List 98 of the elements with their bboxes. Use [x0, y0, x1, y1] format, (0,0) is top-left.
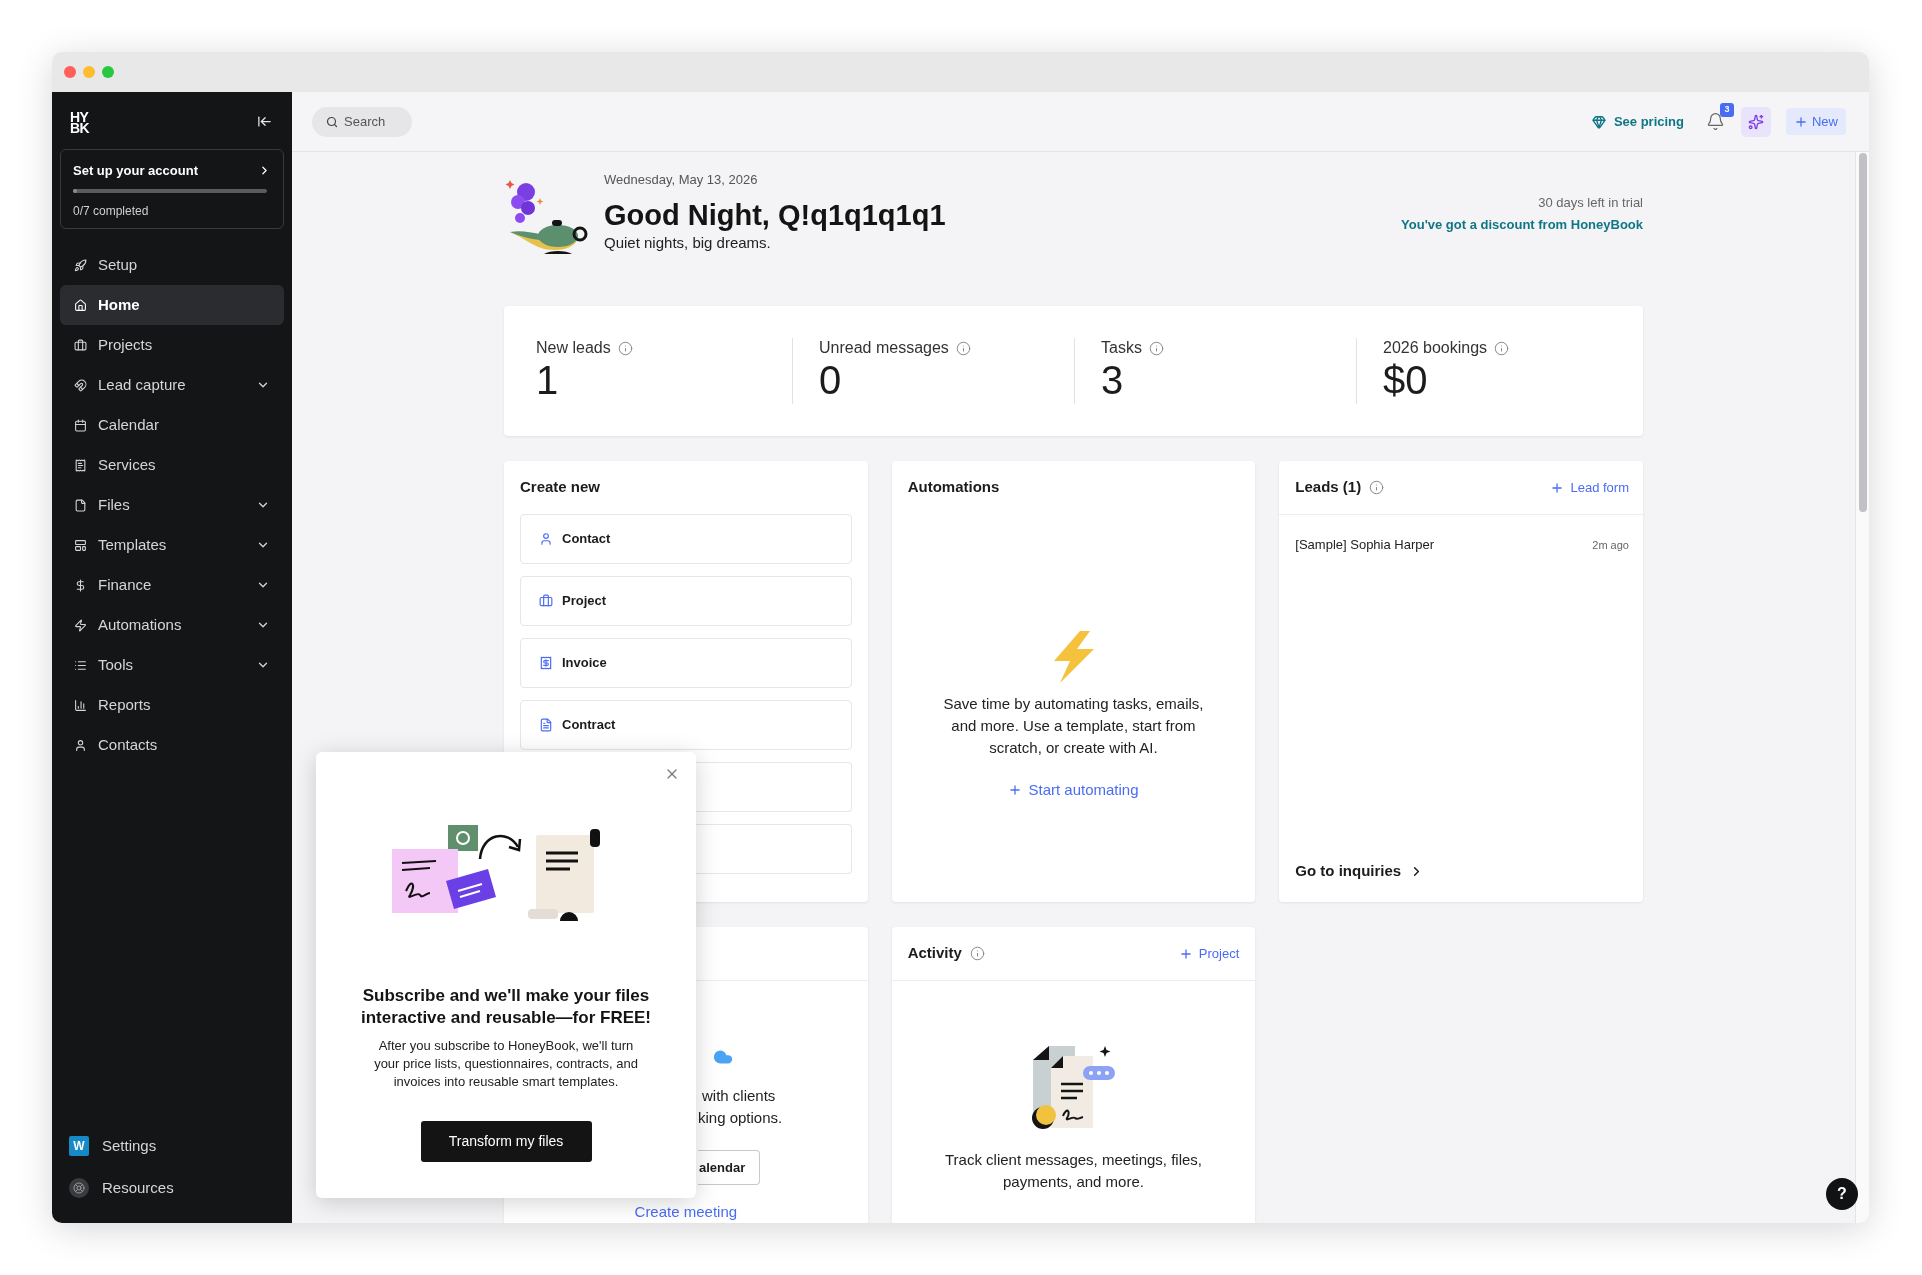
- stat-value: 1: [536, 358, 560, 402]
- lightning-icon: [74, 618, 87, 632]
- stat-value: $0: [1383, 358, 1429, 402]
- receipt-icon: [539, 656, 553, 670]
- description-text: with clients: [701, 1086, 776, 1106]
- user-icon: [539, 532, 553, 546]
- trial-text: 30 days left in trial: [1538, 194, 1643, 212]
- list-icon: [74, 658, 87, 672]
- document-icon: [539, 718, 553, 732]
- calendar-button[interactable]: alendar: [698, 1150, 761, 1185]
- sidebar-item[interactable]: Services: [60, 445, 284, 485]
- magnet-icon: [74, 378, 87, 392]
- activity-description: Track client messages, meetings, files, payments, and more.: [943, 1150, 1203, 1192]
- add-project-link[interactable]: Project: [1178, 943, 1240, 964]
- create-option-button[interactable]: Invoice: [520, 638, 852, 688]
- sidebar-item[interactable]: Templates: [60, 525, 284, 565]
- new-button[interactable]: New: [1786, 108, 1846, 135]
- sidebar-item[interactable]: Reports: [60, 685, 284, 725]
- lead-name[interactable]: [Sample] Sophia Harper: [1295, 535, 1435, 555]
- create-option-button[interactable]: Contract: [520, 700, 852, 750]
- see-pricing-link[interactable]: See pricing: [1591, 111, 1684, 132]
- search-field[interactable]: Search: [312, 106, 412, 137]
- discount-link[interactable]: You've got a discount from HoneyBook: [1401, 216, 1643, 234]
- briefcase-icon: [539, 594, 553, 608]
- info-icon[interactable]: [969, 946, 985, 961]
- info-icon[interactable]: [1148, 340, 1164, 356]
- resources-item[interactable]: Resources: [60, 1167, 284, 1209]
- user-icon: [74, 738, 87, 752]
- bell-icon[interactable]: [1706, 112, 1726, 131]
- plus-icon: [1008, 783, 1023, 797]
- search-icon: [326, 115, 338, 128]
- help-button[interactable]: ?: [1826, 1178, 1858, 1210]
- card-title: Leads (1): [1295, 477, 1362, 498]
- sidebar-item[interactable]: Lead capture: [60, 365, 284, 405]
- stat-label: Unread messages: [819, 338, 949, 358]
- window-zoom-icon[interactable]: [102, 66, 114, 78]
- stat-label: Tasks: [1101, 338, 1142, 358]
- logo[interactable]: HY BK: [70, 112, 90, 134]
- setup-card[interactable]: Set up your account 0/7 completed: [60, 149, 284, 229]
- card-title: Automations: [907, 477, 1000, 497]
- notification-badge: 3: [1720, 102, 1734, 117]
- description-text: king options.: [698, 1108, 783, 1128]
- info-icon[interactable]: [1369, 480, 1385, 495]
- greeting-heading: Good Night, Q!q1q1q1q1: [604, 198, 946, 233]
- stat-label: 2026 bookings: [1383, 338, 1488, 358]
- create-option-button[interactable]: Project: [520, 576, 852, 626]
- sidebar-item[interactable]: Projects: [60, 325, 284, 365]
- sidebar-item[interactable]: Setup: [60, 245, 284, 285]
- progress-status: 0/7 completed: [73, 202, 150, 220]
- lead-form-link[interactable]: Lead form: [1550, 477, 1629, 498]
- workspace-badge: W: [69, 1136, 89, 1156]
- lead-time: 2m ago: [1592, 537, 1629, 553]
- plus-icon: [1794, 114, 1808, 129]
- greeting-subtitle: Quiet nights, big dreams.: [604, 233, 772, 253]
- sidebar-item[interactable]: Files: [60, 485, 284, 525]
- transform-files-button[interactable]: Transform my files: [420, 1121, 592, 1162]
- info-icon[interactable]: [955, 340, 971, 356]
- plus-icon: [1550, 480, 1565, 495]
- stat-label: New leads: [536, 338, 611, 358]
- settings-item[interactable]: W Settings: [60, 1125, 284, 1167]
- rocket-icon: [74, 258, 87, 272]
- scrollbar-thumb[interactable]: [1858, 153, 1867, 512]
- date-text: Wednesday, May 13, 2026: [604, 171, 759, 189]
- sidebar-item[interactable]: Contacts: [60, 725, 284, 765]
- popup-title: Subscribe and we'll make your files interactive and reusable—for FREE!: [360, 985, 652, 1029]
- collapse-sidebar-icon[interactable]: [257, 114, 272, 129]
- bar-chart-icon: [74, 698, 87, 712]
- stat-value: 3: [1101, 358, 1125, 402]
- diamond-icon: [1591, 114, 1606, 129]
- start-automating-link[interactable]: Start automating: [1008, 780, 1139, 800]
- home-icon: [74, 298, 87, 312]
- card-title: Activity: [907, 943, 962, 964]
- popup-body: After you subscribe to HoneyBook, we'll turn your price lists, questionnaires, contracts, and invoices into reusable smart templates.: [373, 1037, 639, 1091]
- create-meeting-link[interactable]: Create meeting: [634, 1202, 738, 1222]
- lifebuoy-icon: [69, 1178, 89, 1198]
- go-to-inquiries-link[interactable]: Go to inquiries: [1295, 861, 1425, 881]
- sidebar-item[interactable]: Home: [60, 285, 284, 325]
- sidebar-item[interactable]: Finance: [60, 565, 284, 605]
- dollar-icon: [74, 578, 87, 592]
- info-icon[interactable]: [617, 340, 633, 356]
- setup-card-title[interactable]: Set up your account: [73, 161, 198, 181]
- card-title: Create new: [520, 477, 602, 497]
- calendar-icon: [74, 418, 87, 432]
- window-close-icon[interactable]: [64, 66, 76, 78]
- receipt-icon: [74, 458, 87, 472]
- sparkle-button[interactable]: [1741, 106, 1771, 137]
- automations-description: Save time by automating tasks, emails, and more. Use a template, start from scratch, or create with AI.: [942, 694, 1205, 758]
- plus-icon: [1178, 946, 1193, 961]
- info-icon[interactable]: [1494, 340, 1510, 356]
- sidebar-item[interactable]: Calendar: [60, 405, 284, 445]
- sparkle-icon: [1748, 113, 1764, 130]
- create-option-button[interactable]: Contact: [520, 514, 852, 564]
- file-icon: [74, 498, 87, 512]
- briefcase-icon: [74, 338, 87, 352]
- sidebar-item[interactable]: Automations: [60, 605, 284, 645]
- sidebar-item[interactable]: Tools: [60, 645, 284, 685]
- stat-value: 0: [819, 358, 843, 402]
- layout-icon: [74, 538, 87, 552]
